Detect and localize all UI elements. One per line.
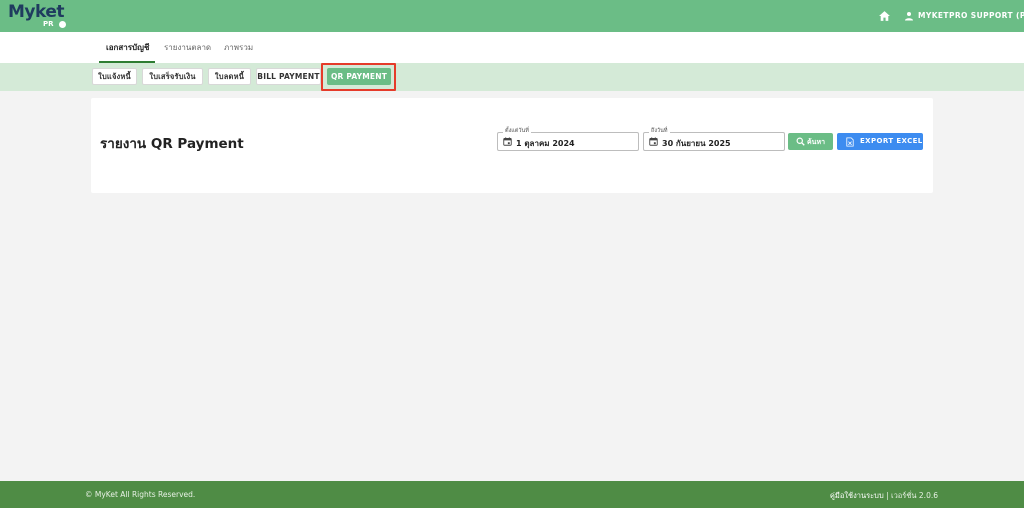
- from-date-value: 1 ตุลาคม 2024: [516, 139, 575, 148]
- from-date-field[interactable]: ตั้งแต่วันที่ 1 ตุลาคม 2024: [497, 127, 639, 151]
- page-title: รายงาน QR Payment: [100, 136, 244, 152]
- user-manual-link[interactable]: คู่มือใช้งานระบบ: [830, 491, 884, 500]
- tab-accounting-documents[interactable]: เอกสารบัญชี: [106, 41, 149, 54]
- user-icon: [905, 12, 913, 21]
- top-navbar: Myket PR MYKETPRO SUPPORT (P): [0, 0, 1024, 32]
- footer-separator: |: [883, 491, 891, 500]
- calendar-icon: [649, 137, 658, 146]
- to-date-label: ถึงวันที่: [649, 127, 670, 135]
- main-tabs: เอกสารบัญชี รายงานตลาด ภาพรวม: [0, 32, 1024, 63]
- search-button[interactable]: ค้นหา: [788, 133, 833, 150]
- export-excel-button[interactable]: EXPORT EXCEL: [837, 133, 923, 150]
- tab-market-report[interactable]: รายงานตลาด: [164, 41, 211, 54]
- copyright-text: © MyKet All Rights Reserved.: [85, 490, 196, 499]
- logo-dot-icon: [59, 21, 66, 28]
- footer-right: คู่มือใช้งานระบบ | เวอร์ชั่น 2.0.6: [830, 490, 938, 502]
- logo-sub: PR: [43, 20, 54, 28]
- logo-text: Myket: [8, 2, 65, 22]
- subtab-invoice[interactable]: ใบแจ้งหนี้: [92, 68, 137, 85]
- excel-file-icon: [846, 137, 854, 147]
- search-icon: [796, 137, 805, 146]
- version-text: เวอร์ชั่น 2.0.6: [891, 491, 938, 500]
- to-date-value: 30 กันยายน 2025: [662, 139, 731, 148]
- subtab-bill-payment[interactable]: BILL PAYMENT: [256, 68, 321, 85]
- to-date-field[interactable]: ถึงวันที่ 30 กันยายน 2025: [643, 127, 785, 151]
- myket-logo[interactable]: Myket PR: [8, 3, 68, 29]
- export-label: EXPORT EXCEL: [860, 137, 923, 145]
- calendar-icon: [503, 137, 512, 146]
- from-date-label: ตั้งแต่วันที่: [503, 127, 531, 135]
- home-icon[interactable]: [878, 10, 891, 22]
- subtab-receipt[interactable]: ใบเสร็จรับเงิน: [142, 68, 203, 85]
- tab-overview[interactable]: ภาพรวม: [224, 41, 253, 54]
- subtab-credit-note[interactable]: ใบลดหนี้: [208, 68, 251, 85]
- highlight-box: [321, 63, 396, 91]
- user-menu[interactable]: MYKETPRO SUPPORT (P): [918, 11, 1024, 20]
- search-label: ค้นหา: [807, 138, 826, 146]
